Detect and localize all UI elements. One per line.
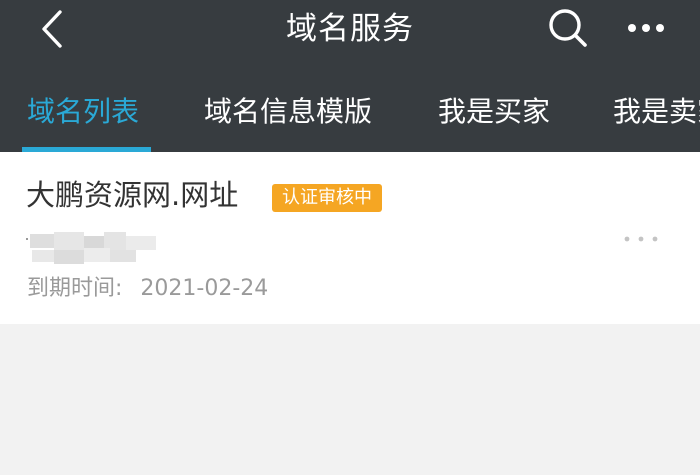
redacted-info [26, 232, 156, 264]
more-menu-button[interactable] [620, 5, 672, 51]
tab-bar: 域名列表 域名信息模版 我是买家 我是卖家 [0, 62, 700, 152]
search-icon [549, 9, 587, 47]
more-horizontal-icon [628, 24, 664, 32]
tab-domain-list[interactable]: 域名列表 [27, 62, 139, 152]
more-horizontal-icon [624, 236, 658, 242]
tab-domain-info-template[interactable]: 域名信息模版 [204, 62, 372, 152]
status-badge: 认证审核中 [272, 184, 382, 212]
search-button[interactable] [543, 5, 593, 51]
expiry-row: 到期时间: 2021-02-24 [27, 272, 268, 306]
tab-buyer[interactable]: 我是买家 [438, 62, 550, 152]
domain-name: 大鹏资源网.网址 [26, 178, 239, 212]
expiry-label: 到期时间: [27, 276, 123, 301]
item-more-button[interactable] [615, 224, 667, 254]
tab-seller[interactable]: 我是卖家 [613, 62, 700, 152]
domain-list-item[interactable]: 大鹏资源网.网址 认证审核中 到期时间: 2021-02-24 [0, 152, 700, 324]
top-navigation-bar: 域名服务 [0, 0, 700, 62]
page-title: 域名服务 [286, 11, 414, 47]
expiry-date: 2021-02-24 [140, 276, 269, 301]
